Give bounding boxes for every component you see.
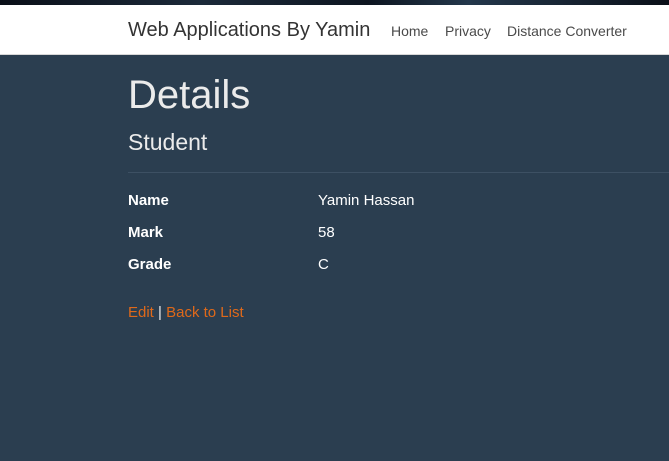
divider xyxy=(128,172,669,173)
detail-label-mark: Mark xyxy=(128,224,164,241)
action-links: Edit | Back to List xyxy=(128,304,244,321)
detail-label-grade: Grade xyxy=(128,256,172,273)
page-subtitle: Student xyxy=(128,129,208,155)
navbar-brand[interactable]: Web Applications By Yamin xyxy=(128,19,370,42)
detail-value-mark: 58 xyxy=(318,224,335,241)
edit-link[interactable]: Edit xyxy=(128,304,154,321)
detail-label-name: Name xyxy=(128,192,169,209)
link-separator: | xyxy=(158,304,162,321)
detail-value-grade: C xyxy=(318,256,329,273)
back-to-list-link[interactable]: Back to List xyxy=(166,304,244,321)
nav-link-home[interactable]: Home xyxy=(391,23,428,39)
detail-value-name: Yamin Hassan xyxy=(318,192,415,209)
nav-link-privacy[interactable]: Privacy xyxy=(445,23,491,39)
nav-link-distance-converter[interactable]: Distance Converter xyxy=(507,23,627,39)
page-title: Details xyxy=(128,73,251,117)
navbar: Web Applications By Yamin Home Privacy D… xyxy=(0,5,669,55)
